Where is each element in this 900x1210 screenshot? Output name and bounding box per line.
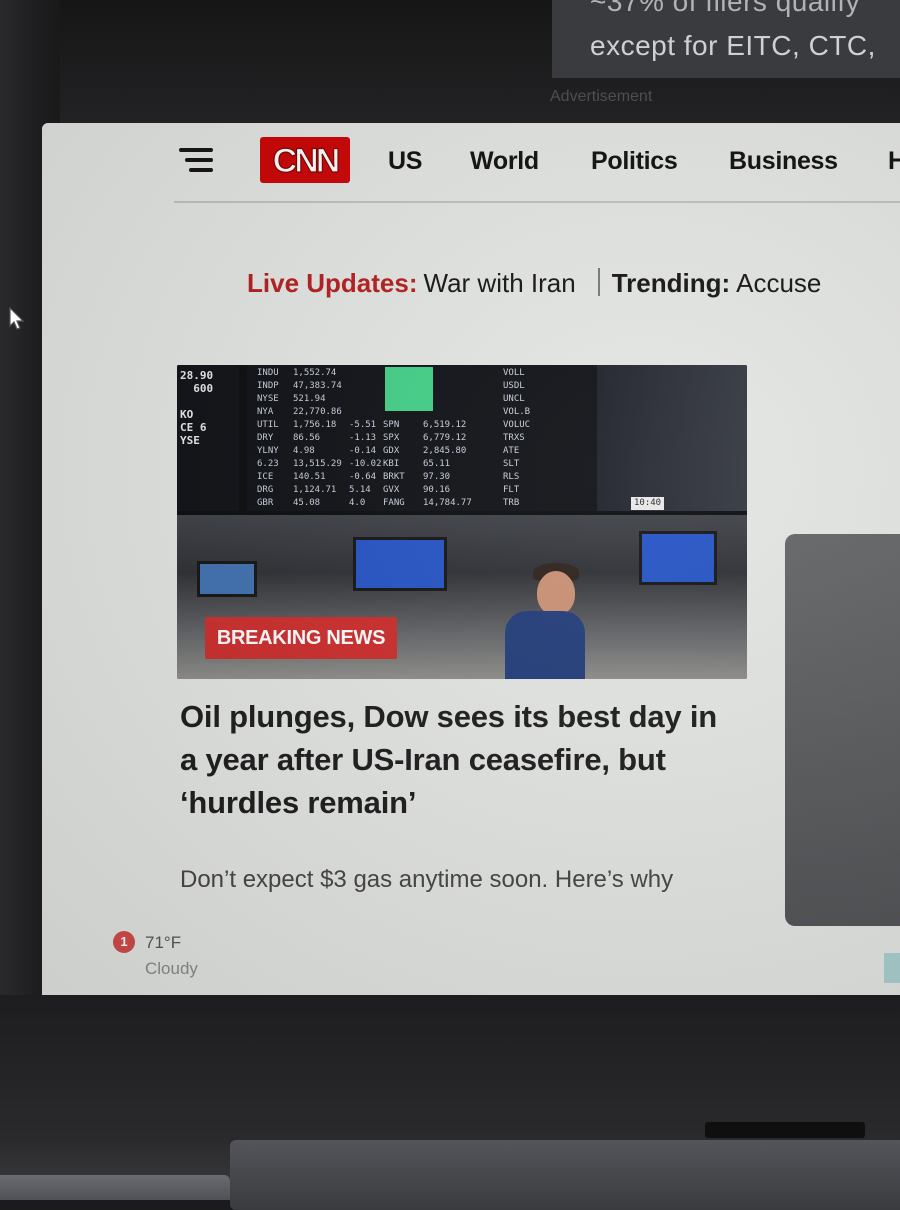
live-updates-link[interactable]: War with Iran <box>424 268 576 298</box>
trading-monitor <box>353 537 447 591</box>
trading-monitor <box>197 561 257 597</box>
advertisement-banner[interactable]: ~37% of filers qualify except for EITC, … <box>552 0 900 78</box>
weather-alert-icon[interactable]: 1 <box>113 931 135 953</box>
trending-link[interactable]: Accuse <box>736 268 821 298</box>
mouse-cursor-icon <box>9 307 25 330</box>
trader-figure <box>505 611 585 679</box>
board-clock: 10:40 <box>631 497 665 510</box>
nav-item-world[interactable]: World <box>470 147 539 176</box>
laptop-vent <box>705 1122 865 1138</box>
trading-monitor <box>639 531 717 585</box>
bar-separator <box>597 268 600 296</box>
browser-screen: CNN US World Politics Business H Live Up… <box>42 123 900 995</box>
live-updates-label: Live Updates: <box>247 268 418 298</box>
main-headline[interactable]: Oil plunges, Dow sees its best day in a … <box>180 695 720 824</box>
board-col-3: -5.51 -1.13 -0.14 -10.02 -0.64 5.14 4.0 <box>349 420 382 508</box>
nav-item-politics[interactable]: Politics <box>591 147 678 176</box>
side-story-image[interactable] <box>785 534 900 926</box>
nav-divider <box>174 201 900 203</box>
weather-temperature[interactable]: 71°F <box>145 933 181 953</box>
board-col-5: 6,519.12 6,779.12 2,845.80 65.11 97.30 9… <box>423 420 472 508</box>
ad-text-line-2: except for EITC, CTC, <box>590 30 876 61</box>
advertisement-label: Advertisement <box>550 88 653 105</box>
cnn-logo[interactable]: CNN <box>260 137 350 183</box>
board-col-6: VOLL USDL UNCL VOL.B VOLUC TRXS ATE SLT … <box>503 368 531 508</box>
ad-text-line-1: ~37% of filers qualify <box>590 0 861 17</box>
logo-text: CNN <box>273 142 339 180</box>
board-left-text: 28.90 600 KO CE 6 YSE <box>180 369 214 447</box>
weather-condition: Cloudy <box>145 959 198 978</box>
board-col-2: 1,552.74 47,383.74 521.94 22,770.86 1,75… <box>293 368 342 508</box>
board-col-4: SPN SPX GDX KBI BRKT GVX FANG <box>383 420 405 508</box>
live-updates-bar: Live Updates: War with Iran Trending: Accus… <box>247 268 821 299</box>
nav-item-us[interactable]: US <box>388 147 422 176</box>
board-col-1: INDU INDP NYSE NYA UTIL DRY YLNY 6.23 IC… <box>257 368 279 508</box>
breaking-news-badge: BREAKING NEWS <box>205 617 397 659</box>
trader-figure <box>537 571 575 615</box>
sub-headline[interactable]: Don’t expect $3 gas anytime soon. Here’s… <box>180 863 700 923</box>
side-story-chip <box>884 953 900 983</box>
stock-ticker-board: 28.90 600 KO CE 6 YSE INDU INDP NYSE NYA… <box>177 365 747 515</box>
laptop-chassis-edge <box>0 1175 230 1200</box>
top-navigation: CNN US World Politics Business H <box>42 123 900 203</box>
hamburger-menu-icon[interactable] <box>179 145 213 175</box>
trending-label: Trending: <box>611 268 731 298</box>
nav-item-business[interactable]: Business <box>729 147 838 176</box>
nav-item-health[interactable]: H <box>888 147 900 176</box>
